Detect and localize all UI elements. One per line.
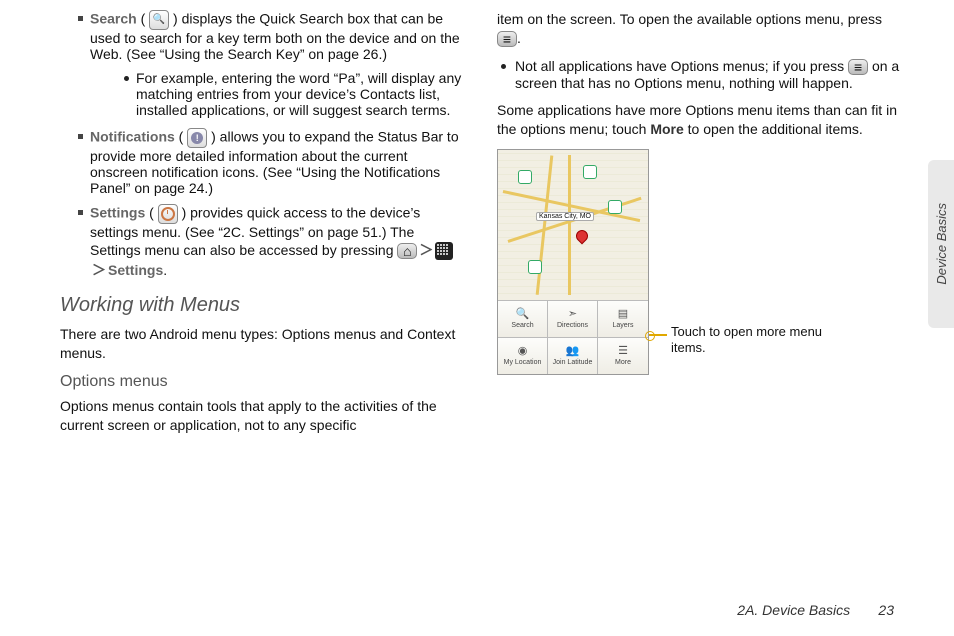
figure-annotation: Touch to open more menu items. [657, 149, 902, 375]
page-number: 23 [854, 602, 894, 618]
menus-intro: There are two Android menu types: Option… [60, 325, 465, 363]
callout-line [649, 334, 667, 336]
menu-key-icon: ≡ [497, 31, 517, 47]
item-settings: Settings ( ) provides quick access to th… [60, 204, 465, 280]
menu-key-icon: ≡ [848, 59, 868, 75]
target-icon: ◉ [518, 346, 528, 357]
menu-item-search[interactable]: 🔍Search [498, 300, 548, 337]
more-icon: ☰ [618, 346, 628, 357]
heading-working-with-menus: Working with Menus [60, 294, 465, 317]
menu-item-my-location[interactable]: ◉My Location [498, 337, 548, 374]
footer-section: 2A. Device Basics [737, 602, 850, 618]
menu-item-layers[interactable]: ▤Layers [598, 300, 648, 337]
settings-label: Settings [90, 205, 145, 221]
side-tab-label: Device Basics [934, 203, 949, 285]
item-search: Search ( 🔍 ) displays the Quick Search b… [60, 10, 465, 118]
side-tab: Device Basics [928, 160, 954, 328]
chevron-right-icon: ＞ [419, 240, 433, 260]
menu-item-directions[interactable]: ➣Directions [548, 300, 598, 337]
menu-item-join-latitude[interactable]: 👥Join Latitude [548, 337, 598, 374]
page-footer: 2A. Device Basics 23 [737, 602, 894, 618]
search-label: Search [90, 11, 137, 27]
options-menu-grid: 🔍Search ➣Directions ▤Layers ◉My Location… [498, 300, 648, 374]
some-apps-more: Some applications have more Options menu… [497, 101, 902, 139]
people-icon: 👥 [566, 346, 580, 357]
phone-screenshot: Kansas City, MO 🔍Search ➣Directions ▤Lay… [497, 149, 649, 375]
right-column: item on the screen. To open the availabl… [497, 10, 902, 636]
not-all-apps-note: Not all applications have Options menus;… [497, 58, 902, 91]
notifications-label: Notifications [90, 129, 175, 145]
left-column: Search ( 🔍 ) displays the Quick Search b… [60, 10, 465, 636]
settings-tail: Settings [108, 262, 163, 278]
search-icon: 🔍 [516, 309, 530, 320]
item-notifications: Notifications ( ! ) allows you to expand… [60, 128, 465, 196]
chevron-right-icon: ＞ [92, 260, 106, 280]
options-continuation: item on the screen. To open the availabl… [497, 10, 902, 48]
callout-text: Touch to open more menu items. [671, 324, 831, 357]
search-example: For example, entering the word “Pa”, wil… [90, 70, 465, 118]
magnifier-icon: 🔍 [149, 10, 169, 30]
directions-icon: ➣ [568, 309, 577, 320]
figure-maps-options-menu: Kansas City, MO 🔍Search ➣Directions ▤Lay… [497, 149, 902, 375]
options-menus-text: Options menus contain tools that apply t… [60, 397, 465, 435]
exclamation-icon: ! [187, 128, 207, 148]
clock-icon [158, 204, 178, 224]
map-area: Kansas City, MO [498, 150, 648, 300]
apps-grid-icon [435, 242, 453, 260]
home-key-icon: ⌂ [397, 243, 417, 259]
heading-options-menus: Options menus [60, 373, 465, 391]
map-pin-icon [574, 227, 591, 244]
layers-icon: ▤ [618, 309, 628, 320]
menu-item-more[interactable]: ☰More [598, 337, 648, 374]
map-city-label: Kansas City, MO [536, 212, 594, 221]
